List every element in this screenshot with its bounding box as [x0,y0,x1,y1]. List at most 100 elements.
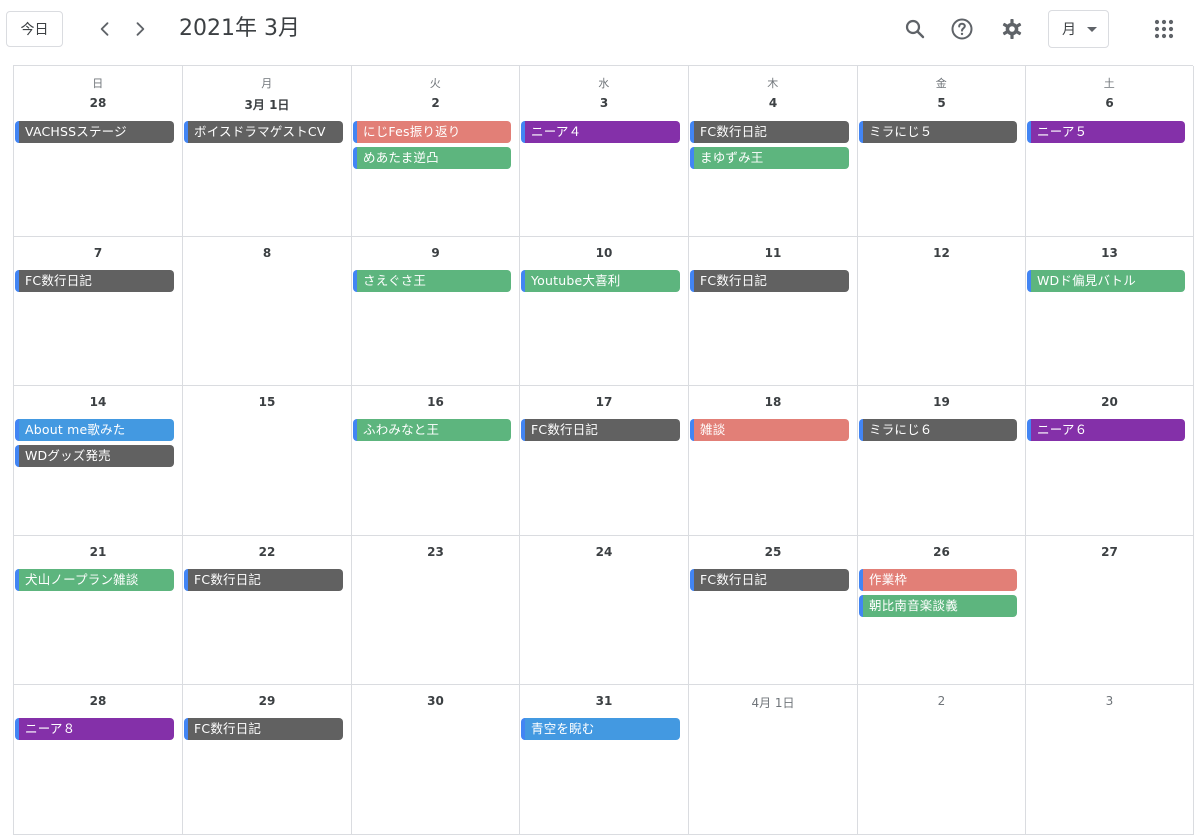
day-cell[interactable]: 火 2 にじFes振り返り めあたま逆凸 [352,66,520,237]
day-number[interactable]: 11 [689,246,857,260]
event-chip[interactable]: ミラにじ６ [859,419,1017,441]
day-number[interactable]: 4月 1日 [689,694,857,711]
day-number[interactable]: 20 [1026,395,1193,409]
day-number[interactable]: 9 [352,246,519,260]
event-chip[interactable]: FC数行日記 [184,718,343,740]
day-number[interactable]: 3 [520,96,688,110]
event-chip[interactable]: About me歌みた [15,419,174,441]
day-number[interactable]: 5 [858,96,1025,110]
day-cell[interactable]: 日 28 VACHSSステージ [14,66,183,237]
day-cell[interactable]: 26 作業枠朝比南音楽談義 [858,536,1026,685]
day-cell[interactable]: 16 ふわみなと王 [352,386,520,536]
event-chip[interactable]: ニーア８ [15,718,174,740]
day-cell[interactable]: 27 [1026,536,1194,685]
next-month-button[interactable] [125,14,155,44]
event-chip[interactable]: さえぐさ王 [353,270,511,292]
day-number[interactable]: 28 [14,694,182,708]
day-number[interactable]: 6 [1026,96,1193,110]
day-cell[interactable]: 10 Youtube大喜利 [520,237,689,386]
day-number[interactable]: 12 [858,246,1025,260]
day-cell[interactable]: 12 [858,237,1026,386]
day-number[interactable]: 17 [520,395,688,409]
day-number[interactable]: 26 [858,545,1025,559]
event-chip[interactable]: FC数行日記 [15,270,174,292]
day-cell[interactable]: 9 さえぐさ王 [352,237,520,386]
event-chip[interactable]: WDド偏見バトル [1027,270,1185,292]
today-button[interactable]: 今日 [6,11,63,47]
event-chip[interactable]: FC数行日記 [690,569,849,591]
day-cell[interactable]: 水 3 ニーア４ [520,66,689,237]
day-number[interactable]: 30 [352,694,519,708]
day-number[interactable]: 29 [183,694,351,708]
day-number[interactable]: 19 [858,395,1025,409]
day-cell[interactable]: 2 [858,685,1026,835]
event-chip[interactable]: ミラにじ５ [859,121,1017,143]
event-chip[interactable]: ニーア６ [1027,419,1185,441]
apps-button[interactable] [1149,14,1179,44]
day-number[interactable]: 13 [1026,246,1193,260]
day-number[interactable]: 15 [183,395,351,409]
day-number[interactable]: 2 [352,96,519,110]
day-number[interactable]: 23 [352,545,519,559]
day-number[interactable]: 25 [689,545,857,559]
day-cell[interactable]: 金 5 ミラにじ５ [858,66,1026,237]
prev-month-button[interactable] [90,14,120,44]
event-chip[interactable]: VACHSSステージ [15,121,174,143]
day-number[interactable]: 7 [14,246,182,260]
event-chip[interactable]: 作業枠 [859,569,1017,591]
event-chip[interactable]: にじFes振り返り [353,121,511,143]
day-cell[interactable]: 24 [520,536,689,685]
day-cell[interactable]: 25 FC数行日記 [689,536,858,685]
event-chip[interactable]: Youtube大喜利 [521,270,680,292]
day-cell[interactable]: 月 3月 1日 ボイスドラマゲストCV [183,66,352,237]
event-chip[interactable]: FC数行日記 [184,569,343,591]
day-cell[interactable]: 7 FC数行日記 [14,237,183,386]
day-cell[interactable]: 14 About me歌みた WDグッズ発売 [14,386,183,536]
event-chip[interactable]: 青空を睨む [521,718,680,740]
event-chip[interactable]: 雑談 [690,419,849,441]
day-cell[interactable]: 23 [352,536,520,685]
day-number[interactable]: 16 [352,395,519,409]
day-cell[interactable]: 4月 1日 [689,685,858,835]
day-cell[interactable]: 11 FC数行日記 [689,237,858,386]
event-chip[interactable]: FC数行日記 [690,121,849,143]
day-cell[interactable]: 土 6 ニーア５ [1026,66,1194,237]
day-number[interactable]: 2 [858,694,1025,708]
day-number[interactable]: 3月 1日 [183,96,351,113]
event-chip[interactable]: ボイスドラマゲストCV [184,121,343,143]
event-chip[interactable]: ニーア５ [1027,121,1185,143]
event-chip[interactable]: 犬山ノープラン雑談 [15,569,174,591]
day-number[interactable]: 3 [1026,694,1193,708]
day-number[interactable]: 4 [689,96,857,110]
day-cell[interactable]: 18 雑談 [689,386,858,536]
view-selector[interactable]: 月 [1048,10,1109,48]
search-button[interactable] [900,14,930,44]
day-number[interactable]: 14 [14,395,182,409]
day-number[interactable]: 22 [183,545,351,559]
day-number[interactable]: 21 [14,545,182,559]
settings-button[interactable] [997,14,1027,44]
day-cell[interactable]: 22 FC数行日記 [183,536,352,685]
event-chip[interactable]: ふわみなと王 [353,419,511,441]
day-number[interactable]: 8 [183,246,351,260]
day-number[interactable]: 24 [520,545,688,559]
event-chip[interactable]: 朝比南音楽談義 [859,595,1017,617]
event-chip[interactable]: FC数行日記 [690,270,849,292]
day-cell[interactable]: 30 [352,685,520,835]
day-cell[interactable]: 20 ニーア６ [1026,386,1194,536]
day-cell[interactable]: 28 ニーア８ [14,685,183,835]
day-cell[interactable]: 29 FC数行日記 [183,685,352,835]
day-number[interactable]: 31 [520,694,688,708]
event-chip[interactable]: めあたま逆凸 [353,147,511,169]
day-cell[interactable]: 13 WDド偏見バトル [1026,237,1194,386]
day-cell[interactable]: 21 犬山ノープラン雑談 [14,536,183,685]
help-button[interactable] [947,14,977,44]
day-cell[interactable]: 19 ミラにじ６ [858,386,1026,536]
day-number[interactable]: 28 [14,96,182,110]
day-cell[interactable]: 31 青空を睨む [520,685,689,835]
day-number[interactable]: 18 [689,395,857,409]
event-chip[interactable]: FC数行日記 [521,419,680,441]
day-cell[interactable]: 17 FC数行日記 [520,386,689,536]
day-cell[interactable]: 8 [183,237,352,386]
event-chip[interactable]: WDグッズ発売 [15,445,174,467]
